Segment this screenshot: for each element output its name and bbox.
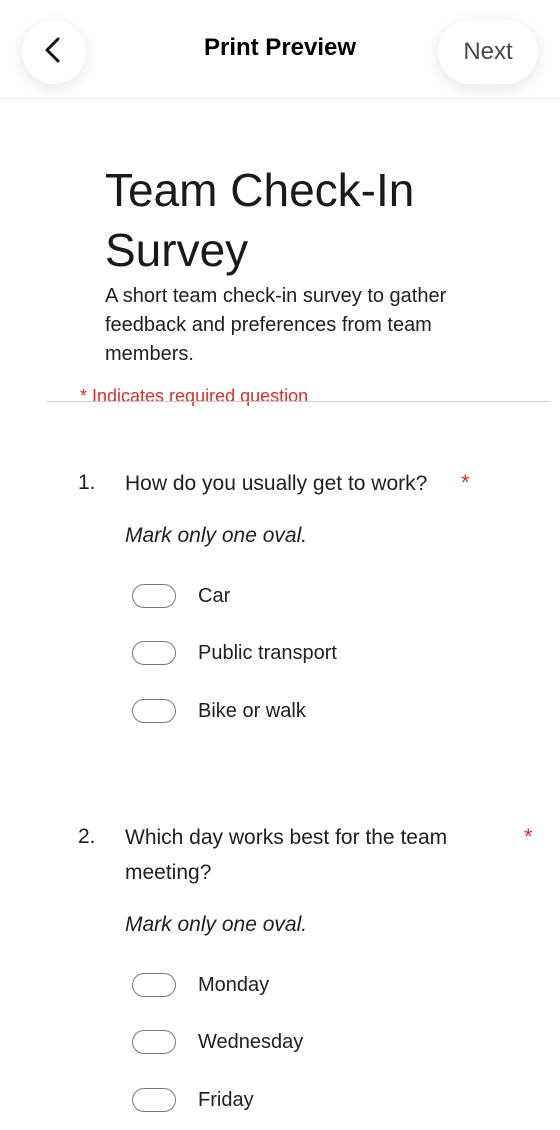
form-title: Team Check-In Survey xyxy=(105,164,415,276)
back-button[interactable] xyxy=(22,20,86,84)
option-label: Car xyxy=(198,584,231,607)
question-hint: Mark only one oval. xyxy=(125,524,308,547)
question-number: 2. xyxy=(78,825,96,848)
header-divider xyxy=(46,401,550,402)
next-button[interactable]: Next xyxy=(438,20,538,84)
question-text: How do you usually get to work? xyxy=(125,472,428,495)
option-label: Bike or walk xyxy=(198,699,306,722)
radio-oval[interactable] xyxy=(132,641,176,665)
option-public-transport[interactable]: Public transport xyxy=(132,639,337,667)
required-asterisk: * xyxy=(461,470,470,495)
radio-oval[interactable] xyxy=(132,584,176,608)
question-text: Which day works best for the team meetin… xyxy=(125,826,448,884)
chevron-left-icon xyxy=(40,36,68,69)
option-label: Wednesday xyxy=(198,1030,304,1053)
required-asterisk: * xyxy=(524,824,533,849)
radio-oval[interactable] xyxy=(132,699,176,723)
option-label: Friday xyxy=(198,1088,254,1111)
option-friday[interactable]: Friday xyxy=(132,1086,254,1114)
radio-oval[interactable] xyxy=(132,1088,176,1112)
top-bar: Print Preview Next xyxy=(0,0,560,99)
question-hint: Mark only one oval. xyxy=(125,913,308,936)
option-car[interactable]: Car xyxy=(132,582,230,610)
required-note: * Indicates required question xyxy=(80,386,309,406)
option-label: Monday xyxy=(198,973,270,996)
option-label: Public transport xyxy=(198,641,337,664)
option-wednesday[interactable]: Wednesday xyxy=(132,1028,303,1056)
radio-oval[interactable] xyxy=(132,1030,176,1054)
radio-oval[interactable] xyxy=(132,973,176,997)
option-monday[interactable]: Monday xyxy=(132,971,269,999)
question-number: 1. xyxy=(78,471,96,494)
option-bike-or-walk[interactable]: Bike or walk xyxy=(132,697,306,725)
form-description: A short team check-in survey to gather f… xyxy=(105,285,447,365)
